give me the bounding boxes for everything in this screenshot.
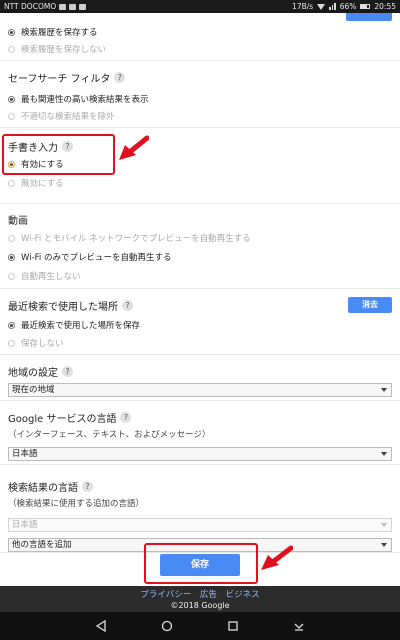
safesearch-title: セーフサーチ フィルタ ? [8,70,126,85]
option-label: 最も関連性の高い検索結果を表示 [21,95,149,105]
dropdown-arrow-icon [381,452,387,456]
recent-places-save-option[interactable]: 最近検索で使用した場所を保存 [8,319,140,331]
option-label: 保存しない [21,339,64,349]
radio-icon [8,272,15,280]
history-section: 検索履歴を保存する 検索履歴を保存しない [0,13,400,61]
help-icon[interactable]: ? [120,412,132,423]
footer-link-business[interactable]: ビジネス [226,590,260,600]
section-title: 最近検索で使用した場所 [8,302,118,313]
select-value: 現在の地域 [12,385,55,395]
dropdown-arrow-icon [381,543,387,547]
option-label: 無効にする [21,179,64,189]
recent-places-title: 最近検索で使用した場所 ? [8,298,133,313]
annotation-arrow-icon [261,545,293,570]
battery-percent: 66% [339,2,357,11]
radio-selected-icon [8,321,15,329]
section-title: 地域の設定 [8,368,58,379]
handwriting-highlight-box [2,134,115,175]
help-icon[interactable]: ? [62,366,73,377]
results-language-title: 検索結果の言語 ? [8,479,93,494]
radio-icon [8,234,15,242]
option-label: 検索履歴を保存する [21,28,98,38]
recent-apps-icon[interactable] [227,620,239,632]
dropdown-arrow-icon [381,523,387,527]
handwriting-disable-option[interactable]: 無効にする [8,177,64,189]
footer-link-ads[interactable]: 広告 [200,590,217,600]
battery-icon [360,4,371,9]
footer-link-privacy[interactable]: プライバシー [140,590,191,600]
notification-shade-icon[interactable] [293,620,305,632]
service-language-subtitle: （インターフェース、テキスト、およびメッセージ） [8,430,211,440]
section-title: 検索結果の言語 [8,483,78,494]
service-language-section: Google サービスの言語 ? （インターフェース、テキスト、およびメッセージ… [0,401,400,465]
select-value: 日本語 [12,520,38,530]
video-section: 動画 Wi-Fi とモバイル ネットワークでプレビューを自動再生する Wi-Fi… [0,204,400,289]
option-label: 自動再生しない [21,272,81,282]
help-icon[interactable]: ? [114,72,126,83]
region-title: 地域の設定 ? [8,364,73,379]
dropdown-arrow-icon [381,388,387,392]
help-icon[interactable]: ? [82,481,93,492]
notification-icon [69,3,77,10]
radio-selected-icon [8,28,15,36]
service-language-select[interactable]: 日本語 [8,447,392,461]
video-wifi-mobile-option[interactable]: Wi-Fi とモバイル ネットワークでプレビューを自動再生する [8,232,251,244]
help-icon[interactable]: ? [122,300,133,311]
safesearch-filter-option[interactable]: 不適切な検索結果を除外 [8,110,115,122]
notification-icon [59,3,67,10]
android-nav-bar [0,612,400,640]
notification-icon [79,3,87,10]
back-icon[interactable] [95,620,107,632]
safesearch-section: セーフサーチ フィルタ ? 最も関連性の高い検索結果を表示 不適切な検索結果を除… [0,61,400,128]
home-icon[interactable] [161,620,173,632]
radio-selected-icon [8,95,15,103]
select-value: 日本語 [12,449,38,459]
radio-selected-icon [8,253,15,261]
copyright: ©2018 Google [170,601,230,610]
results-language-subtitle: （検索結果に使用する追加の言語） [8,499,145,509]
results-language-section: 検索結果の言語 ? （検索結果に使用する追加の言語） 日本語 他の言語を追加 [0,465,400,553]
signal-icon [329,3,336,10]
service-language-title: Google サービスの言語 ? [8,410,132,425]
clock: 20:55 [374,2,396,11]
radio-icon [8,179,15,187]
save-highlight-box [144,543,258,584]
annotation-arrow-icon [119,135,149,160]
option-label: Wi-Fi のみでプレビューを自動再生する [21,253,172,263]
radio-icon [8,112,15,120]
section-title: セーフサーチ フィルタ [8,74,111,85]
wifi-icon [317,3,326,10]
section-title: 動画 [8,216,28,227]
option-label: 検索履歴を保存しない [21,45,107,55]
video-wifi-only-option[interactable]: Wi-Fi のみでプレビューを自動再生する [8,251,171,263]
safesearch-relevant-option[interactable]: 最も関連性の高い検索結果を表示 [8,93,149,105]
results-language-disabled-select: 日本語 [8,518,392,532]
radio-icon [8,339,15,347]
data-speed: 17B/s [292,2,314,11]
recent-places-section: 最近検索で使用した場所 ? 消去 最近検索で使用した場所を保存 保存しない [0,289,400,355]
video-no-autoplay-option[interactable]: 自動再生しない [8,270,81,282]
option-label: 最近検索で使用した場所を保存 [21,321,141,331]
carrier-label: NTT DOCOMO [4,2,57,11]
option-label: 不適切な検索結果を除外 [21,112,115,122]
section-title: Google サービスの言語 [8,414,117,425]
select-value: 他の言語を追加 [12,540,72,550]
history-nosave-option[interactable]: 検索履歴を保存しない [8,43,106,55]
region-section: 地域の設定 ? 現在の地域 [0,355,400,401]
page-footer: プライバシー 広告 ビジネス ©2018 Google [0,586,400,612]
radio-icon [8,45,15,53]
option-label: Wi-Fi とモバイル ネットワークでプレビューを自動再生する [21,234,251,244]
status-bar: NTT DOCOMO 17B/s 66% 20:55 [0,0,400,13]
video-title: 動画 [8,212,28,227]
clear-recent-places-button[interactable]: 消去 [348,297,392,313]
recent-places-nosave-option[interactable]: 保存しない [8,337,64,349]
region-select[interactable]: 現在の地域 [8,383,392,397]
history-save-option[interactable]: 検索履歴を保存する [8,26,98,38]
